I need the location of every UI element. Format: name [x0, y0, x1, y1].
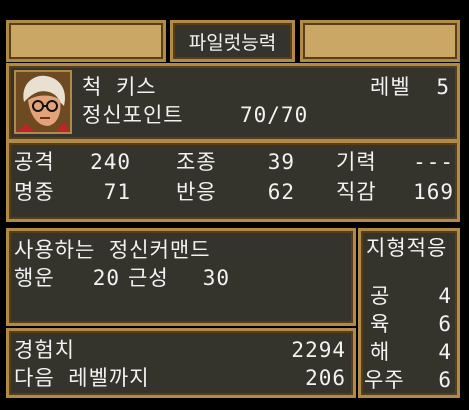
terrain-space-value: 6: [438, 368, 452, 392]
next-level-label: 다음 레벨까지: [14, 366, 150, 390]
exp-value: 2294: [291, 338, 346, 362]
attack-value: 240: [90, 150, 131, 174]
intuition-value: 169: [413, 180, 454, 204]
pilot-name: 척 키스: [82, 75, 157, 99]
morale-label: 기력: [336, 150, 377, 174]
control-value: 39: [267, 150, 295, 174]
level-label: 레벨: [370, 75, 411, 99]
terrain-heading: 지형적응: [366, 236, 448, 260]
attack-label: 공격: [14, 150, 55, 174]
intuition-label: 직감: [336, 180, 377, 204]
spirit-heading: 사용하는 정신커맨드: [14, 238, 211, 262]
spirit-command-2: 근성: [128, 266, 169, 290]
accuracy-value: 71: [103, 180, 131, 204]
pilot-portrait: [14, 70, 72, 134]
next-level-value: 206: [305, 366, 346, 390]
header-right-plate: [300, 20, 460, 62]
terrain-land-value: 6: [438, 312, 452, 336]
terrain-air-value: 4: [438, 284, 452, 308]
header-left-plate: [6, 20, 166, 62]
exp-label: 경험치: [14, 338, 75, 362]
sp-value: 70/70: [240, 103, 309, 127]
spirit-command-2-cost: 30: [202, 266, 230, 290]
accuracy-label: 명중: [14, 180, 55, 204]
reaction-label: 반응: [176, 180, 217, 204]
level-value: 5: [436, 75, 450, 99]
page-title-text: 파일럿능력: [188, 31, 277, 54]
terrain-space-label: 우주: [364, 368, 405, 392]
spirit-command-1: 행운: [14, 266, 55, 290]
stats-panel: [6, 140, 460, 222]
sp-label: 정신포인트: [82, 103, 184, 127]
terrain-sea-label: 해: [370, 340, 391, 364]
control-label: 조종: [176, 150, 217, 174]
pilot-portrait-art: [16, 72, 70, 132]
spirit-command-1-cost: 20: [92, 266, 120, 290]
morale-value: ---: [413, 150, 454, 174]
terrain-land-label: 육: [370, 312, 391, 336]
terrain-air-label: 공: [370, 284, 391, 308]
reaction-value: 62: [267, 180, 295, 204]
page-title: 파일럿능력: [170, 20, 295, 62]
terrain-sea-value: 4: [438, 340, 452, 364]
